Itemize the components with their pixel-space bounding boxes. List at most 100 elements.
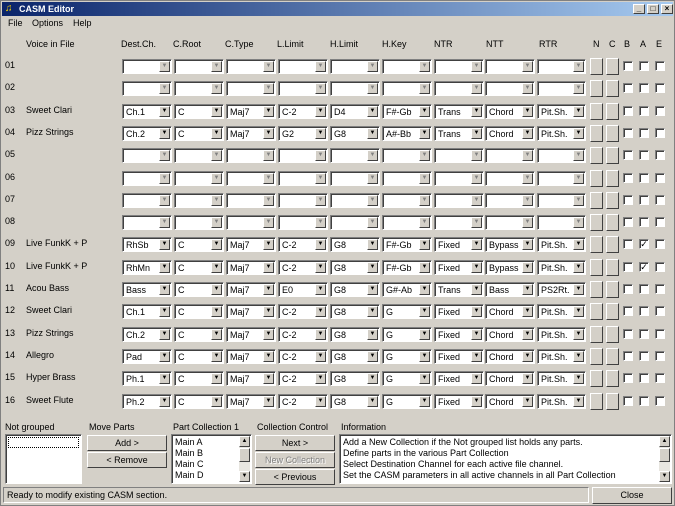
a-checkbox[interactable]: ✓ bbox=[639, 239, 649, 250]
ntr-select[interactable]: Fixed ▼ bbox=[434, 371, 484, 387]
n-button[interactable] bbox=[590, 392, 603, 410]
ntt-select[interactable]: Chord ▼ bbox=[485, 103, 535, 119]
chevron-down-icon[interactable]: ▼ bbox=[263, 239, 274, 251]
chevron-down-icon[interactable]: ▼ bbox=[522, 328, 533, 340]
chevron-down-icon[interactable]: ▼ bbox=[263, 194, 274, 206]
chord-root-select[interactable]: C ▼ bbox=[174, 371, 224, 387]
scroll-down-icon[interactable]: ▼ bbox=[239, 471, 250, 482]
ntr-select[interactable]: Trans ▼ bbox=[434, 103, 484, 119]
chevron-down-icon[interactable]: ▼ bbox=[315, 83, 326, 95]
b-checkbox[interactable] bbox=[623, 150, 633, 161]
high-limit-select[interactable]: G8 ▼ bbox=[330, 259, 380, 275]
high-limit-select[interactable]: ▼ bbox=[330, 192, 380, 208]
chevron-down-icon[interactable]: ▼ bbox=[573, 172, 584, 184]
c-button[interactable] bbox=[606, 347, 619, 365]
chevron-down-icon[interactable]: ▼ bbox=[573, 284, 584, 295]
ntt-select[interactable]: Chord ▼ bbox=[485, 326, 535, 342]
chord-type-select[interactable]: Maj7 ▼ bbox=[226, 103, 276, 119]
rtr-select[interactable]: Pit.Sh. ▼ bbox=[537, 125, 586, 141]
low-limit-select[interactable]: C-2 ▼ bbox=[278, 304, 328, 320]
high-limit-select[interactable]: G8 ▼ bbox=[330, 282, 380, 297]
ntr-select[interactable]: ▼ bbox=[434, 59, 484, 74]
a-checkbox[interactable] bbox=[639, 217, 649, 228]
e-checkbox[interactable] bbox=[655, 284, 665, 294]
b-checkbox[interactable] bbox=[623, 284, 633, 294]
high-limit-select[interactable]: D4 ▼ bbox=[330, 103, 380, 119]
high-limit-select[interactable]: G8 ▼ bbox=[330, 393, 380, 409]
chord-type-select[interactable]: Maj7 ▼ bbox=[226, 282, 276, 297]
chord-type-select[interactable]: ▼ bbox=[226, 192, 276, 208]
high-limit-select[interactable]: G8 ▼ bbox=[330, 371, 380, 387]
chevron-down-icon[interactable]: ▼ bbox=[522, 306, 533, 318]
chevron-down-icon[interactable]: ▼ bbox=[263, 105, 274, 117]
chevron-down-icon[interactable]: ▼ bbox=[367, 373, 378, 385]
chord-root-select[interactable]: C ▼ bbox=[174, 282, 224, 297]
chevron-down-icon[interactable]: ▼ bbox=[573, 261, 584, 273]
rtr-select[interactable]: ▼ bbox=[537, 170, 586, 186]
chevron-down-icon[interactable]: ▼ bbox=[211, 83, 222, 95]
chevron-down-icon[interactable]: ▼ bbox=[263, 172, 274, 184]
dest-channel-select[interactable]: ▼ bbox=[122, 170, 172, 186]
low-limit-select[interactable]: C-2 ▼ bbox=[278, 326, 328, 342]
b-checkbox[interactable] bbox=[623, 350, 633, 361]
chevron-down-icon[interactable]: ▼ bbox=[471, 127, 482, 139]
chevron-down-icon[interactable]: ▼ bbox=[159, 239, 170, 251]
a-checkbox[interactable] bbox=[639, 395, 649, 406]
ntt-select[interactable]: Chord ▼ bbox=[485, 304, 535, 320]
c-button[interactable] bbox=[606, 80, 619, 98]
a-checkbox[interactable] bbox=[639, 306, 649, 317]
chevron-down-icon[interactable]: ▼ bbox=[471, 261, 482, 273]
chevron-down-icon[interactable]: ▼ bbox=[315, 61, 326, 72]
n-button[interactable] bbox=[590, 325, 603, 343]
dest-channel-select[interactable]: Pad ▼ bbox=[122, 348, 172, 364]
chord-root-select[interactable]: ▼ bbox=[174, 81, 224, 97]
chevron-down-icon[interactable]: ▼ bbox=[367, 306, 378, 318]
chord-type-select[interactable]: ▼ bbox=[226, 148, 276, 164]
chevron-down-icon[interactable]: ▼ bbox=[159, 284, 170, 295]
b-checkbox[interactable] bbox=[623, 395, 633, 406]
chevron-down-icon[interactable]: ▼ bbox=[522, 284, 533, 295]
rtr-select[interactable]: Pit.Sh. ▼ bbox=[537, 304, 586, 320]
chevron-down-icon[interactable]: ▼ bbox=[315, 172, 326, 184]
chevron-down-icon[interactable]: ▼ bbox=[159, 395, 170, 407]
a-checkbox[interactable] bbox=[639, 127, 649, 138]
high-key-select[interactable]: F#-Gb ▼ bbox=[382, 103, 432, 119]
c-button[interactable] bbox=[606, 258, 619, 276]
chord-type-select[interactable]: Maj7 ▼ bbox=[226, 259, 276, 275]
dest-channel-select[interactable]: Ch.2 ▼ bbox=[122, 326, 172, 342]
chevron-down-icon[interactable]: ▼ bbox=[211, 284, 222, 295]
chevron-down-icon[interactable]: ▼ bbox=[211, 172, 222, 184]
chevron-down-icon[interactable]: ▼ bbox=[471, 172, 482, 184]
chevron-down-icon[interactable]: ▼ bbox=[263, 328, 274, 340]
chevron-down-icon[interactable]: ▼ bbox=[471, 217, 482, 229]
chevron-down-icon[interactable]: ▼ bbox=[419, 395, 430, 407]
high-limit-select[interactable]: ▼ bbox=[330, 148, 380, 164]
n-button[interactable] bbox=[590, 303, 603, 321]
n-button[interactable] bbox=[590, 370, 603, 388]
chevron-down-icon[interactable]: ▼ bbox=[419, 194, 430, 206]
low-limit-select[interactable]: G2 ▼ bbox=[278, 125, 328, 141]
chevron-down-icon[interactable]: ▼ bbox=[211, 105, 222, 117]
c-button[interactable] bbox=[606, 281, 619, 298]
high-key-select[interactable]: G ▼ bbox=[382, 393, 432, 409]
chord-root-select[interactable]: C ▼ bbox=[174, 326, 224, 342]
rtr-select[interactable]: ▼ bbox=[537, 81, 586, 97]
chevron-down-icon[interactable]: ▼ bbox=[573, 350, 584, 362]
n-button[interactable] bbox=[590, 58, 603, 75]
c-button[interactable] bbox=[606, 147, 619, 165]
chevron-down-icon[interactable]: ▼ bbox=[522, 217, 533, 229]
chevron-down-icon[interactable]: ▼ bbox=[522, 83, 533, 95]
scroll-thumb[interactable] bbox=[239, 448, 250, 462]
dest-channel-select[interactable]: ▼ bbox=[122, 192, 172, 208]
ntt-select[interactable]: ▼ bbox=[485, 170, 535, 186]
n-button[interactable] bbox=[590, 124, 603, 142]
chevron-down-icon[interactable]: ▼ bbox=[159, 127, 170, 139]
b-checkbox[interactable] bbox=[623, 127, 633, 138]
chord-root-select[interactable]: ▼ bbox=[174, 192, 224, 208]
high-limit-select[interactable]: ▼ bbox=[330, 59, 380, 74]
chevron-down-icon[interactable]: ▼ bbox=[315, 350, 326, 362]
chevron-down-icon[interactable]: ▼ bbox=[315, 284, 326, 295]
chord-type-select[interactable]: Maj7 ▼ bbox=[226, 125, 276, 141]
ntr-select[interactable]: ▼ bbox=[434, 215, 484, 231]
e-checkbox[interactable] bbox=[655, 395, 665, 406]
